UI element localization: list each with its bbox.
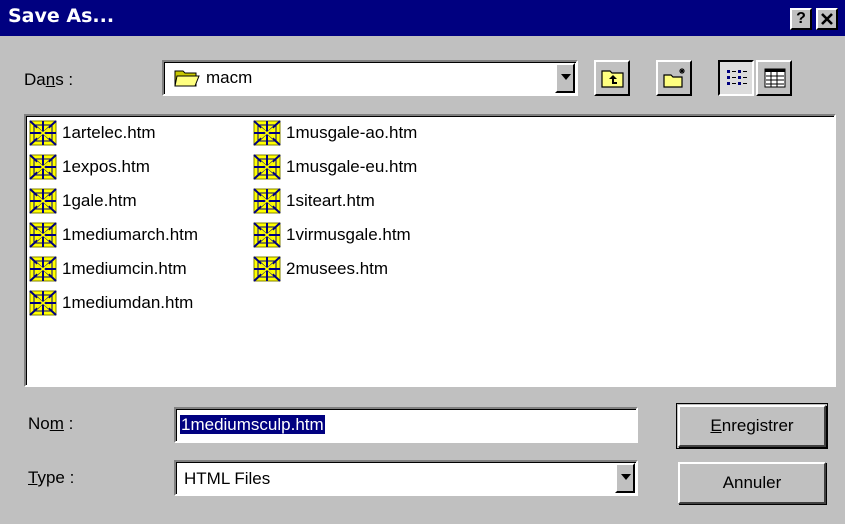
details-view-icon: [764, 68, 786, 88]
html-file-icon: [253, 120, 281, 146]
file-item[interactable]: 1gale.htm: [28, 186, 137, 216]
new-folder-button[interactable]: [656, 60, 692, 96]
file-item[interactable]: 2musees.htm: [252, 254, 388, 284]
save-as-dialog: Save As... ? Dans : macm 1artelec.htm 1e…: [0, 0, 845, 524]
folder-up-icon: [601, 70, 624, 88]
file-name: 1mediumarch.htm: [62, 225, 199, 244]
html-file-icon: [29, 256, 57, 282]
file-name: 1mediumdan.htm: [62, 293, 194, 312]
save-button[interactable]: Enregistrer: [676, 403, 828, 449]
file-name: 1musgale-ao.htm: [286, 123, 418, 142]
html-file-icon: [253, 154, 281, 180]
dialog-title: Save As...: [8, 5, 115, 27]
location-label: Dans :: [24, 70, 74, 89]
file-item[interactable]: 1expos.htm: [28, 152, 150, 182]
close-icon: [821, 13, 833, 25]
open-folder-icon: [174, 70, 200, 87]
file-name: 1artelec.htm: [62, 123, 156, 142]
file-item[interactable]: 1siteart.htm: [252, 186, 375, 216]
html-file-icon: [29, 120, 57, 146]
filename-input[interactable]: 1mediumsculp.htm: [174, 407, 638, 443]
title-bar[interactable]: Save As... ?: [0, 0, 845, 36]
help-button[interactable]: ?: [790, 8, 812, 30]
file-name: 1mediumcin.htm: [62, 259, 187, 278]
close-button[interactable]: [816, 8, 838, 30]
file-item[interactable]: 1musgale-ao.htm: [252, 118, 417, 148]
details-view-button[interactable]: [756, 60, 792, 96]
html-file-icon: [29, 154, 57, 180]
filename-value: 1mediumsculp.htm: [180, 415, 325, 434]
html-file-icon: [29, 222, 57, 248]
cancel-button[interactable]: Annuler: [678, 462, 826, 504]
list-view-icon: [727, 70, 747, 85]
new-folder-icon: [663, 68, 685, 88]
file-list[interactable]: 1artelec.htm 1expos.htm 1gale.htm 1mediumar…: [24, 114, 836, 387]
filetype-label: Type :: [28, 468, 75, 487]
file-name: 1gale.htm: [62, 191, 137, 210]
html-file-icon: [29, 188, 57, 214]
filetype-dropdown-button[interactable]: [615, 463, 635, 493]
file-name: 1siteart.htm: [286, 191, 375, 210]
file-item[interactable]: 1virmusgale.htm: [252, 220, 411, 250]
file-item[interactable]: 1mediumcin.htm: [28, 254, 187, 284]
filetype-select[interactable]: HTML Files: [174, 460, 638, 496]
file-name: 1virmusgale.htm: [286, 225, 411, 244]
location-dropdown-button[interactable]: [555, 63, 575, 93]
location-combobox[interactable]: macm: [162, 60, 578, 96]
html-file-icon: [253, 222, 281, 248]
html-file-icon: [29, 290, 57, 316]
file-name: 1musgale-eu.htm: [286, 157, 418, 176]
up-one-level-button[interactable]: [594, 60, 630, 96]
html-file-icon: [253, 188, 281, 214]
list-view-button[interactable]: [718, 60, 754, 96]
file-item[interactable]: 1mediumarch.htm: [28, 220, 198, 250]
current-folder-name: macm: [206, 68, 253, 87]
chevron-down-icon: [621, 474, 631, 480]
filename-label: Nom :: [28, 414, 74, 433]
file-name: 1expos.htm: [62, 157, 150, 176]
file-name: 2musees.htm: [286, 259, 389, 278]
html-file-icon: [253, 256, 281, 282]
filetype-value: HTML Files: [184, 469, 271, 488]
file-item[interactable]: 1mediumdan.htm: [28, 288, 193, 318]
file-item[interactable]: 1artelec.htm: [28, 118, 156, 148]
file-item[interactable]: 1musgale-eu.htm: [252, 152, 417, 182]
chevron-down-icon: [561, 74, 571, 80]
